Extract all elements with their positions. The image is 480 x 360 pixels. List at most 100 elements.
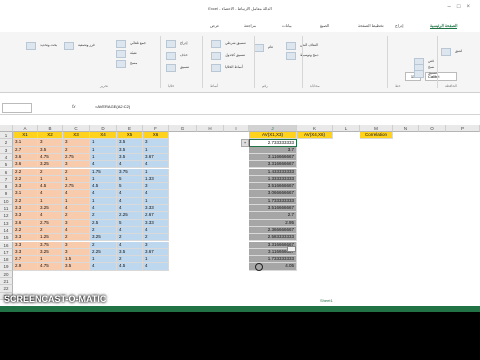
ribbon-command-9[interactable]: تنسيق كجدول [225,53,245,57]
avg-value-cell[interactable]: 2.7 [249,212,297,220]
column-header[interactable]: N [393,125,419,132]
avg-value-cell[interactable]: 2.366666667 [249,226,297,235]
table-cell[interactable]: 3 [38,139,63,147]
table-cell[interactable]: 1.5 [63,256,90,264]
table-cell[interactable]: 2.9 [13,263,38,271]
table-cell[interactable]: 3.1 [13,139,38,147]
row-header[interactable]: 2 [0,139,13,147]
avg-header-cell[interactable]: AV(X1,X3) [249,132,297,140]
fx-icon[interactable]: fx [72,104,76,109]
table-cell[interactable]: 3.25 [38,248,63,257]
table-cell[interactable]: 3.33 [143,219,169,227]
table-cell[interactable]: 2.25 [90,248,117,257]
column-header[interactable]: J [249,125,297,132]
ribbon-command-14[interactable]: جمع تلقائي [130,41,146,45]
table-cell[interactable]: 3.5 [117,248,143,257]
table-header-cell[interactable]: X6 [143,132,169,140]
table-cell[interactable]: 1 [143,146,169,154]
quick-analysis-icon[interactable]: + [241,139,249,147]
correlation-label-cell[interactable]: Correlation [360,132,393,140]
ribbon-command-15[interactable]: تعبئة [130,51,137,55]
table-cell[interactable]: 4 [90,205,117,213]
row-header[interactable]: 6 [0,168,13,176]
avg-value-cell[interactable]: 1.733333333 [249,256,297,264]
table-cell[interactable]: 2.7 [13,256,38,264]
table-cell[interactable]: 4.75 [38,153,63,162]
table-cell[interactable]: 4 [143,161,169,169]
table-cell[interactable]: 3.25 [38,161,63,169]
table-cell[interactable]: 3.1 [13,190,38,198]
table-cell[interactable]: 1 [90,197,117,205]
ribbon-command-17[interactable]: فرز وتصفية [78,43,95,47]
table-cell[interactable]: 4 [90,190,117,198]
minimize-icon[interactable]: – [448,4,457,10]
ribbon-command-1[interactable]: لصق [455,49,462,53]
tab-2[interactable]: إدراج [395,23,404,28]
close-icon[interactable]: × [466,4,476,10]
table-cell[interactable]: 2 [63,168,90,176]
table-cell[interactable]: 2.2 [13,175,38,184]
table-cell[interactable]: 1 [38,197,63,205]
row-header[interactable]: 19 [0,263,13,271]
column-header[interactable]: I [224,125,249,132]
row-header[interactable]: 4 [0,153,13,162]
table-cell[interactable]: 4.5 [38,183,63,191]
table-cell[interactable]: 4 [117,161,143,169]
table-cell[interactable]: 3.33 [143,205,169,213]
table-cell[interactable]: 3 [63,139,90,147]
table-cell[interactable]: 4 [63,205,90,213]
table-cell[interactable]: 2.2 [13,168,38,176]
table-cell[interactable]: 2.2 [13,197,38,205]
ribbon-icon-7[interactable] [254,44,264,52]
table-cell[interactable]: 4 [143,190,169,198]
column-header[interactable]: K [297,125,333,132]
table-header-cell[interactable]: X3 [63,132,90,140]
table-cell[interactable]: 2 [63,234,90,242]
avg-value-cell[interactable]: 3.7 [249,146,297,154]
table-cell[interactable]: 3.5 [117,139,143,147]
ribbon-icon-13[interactable] [166,64,176,72]
table-cell[interactable]: 1 [38,175,63,184]
table-cell[interactable]: 3.75 [38,241,63,249]
column-header[interactable]: F [143,125,169,132]
table-cell[interactable]: 2 [63,146,90,154]
column-header[interactable]: M [360,125,393,132]
table-cell[interactable]: 3.67 [143,153,169,162]
ribbon-icon-10[interactable] [211,64,221,72]
avg-value-cell[interactable]: 2.583333333 [249,234,297,242]
column-header[interactable]: E [117,125,143,132]
table-header-cell[interactable]: X2 [38,132,63,140]
row-header[interactable]: 15 [0,234,13,242]
row-header[interactable]: 8 [0,183,13,191]
avg-value-cell[interactable]: 2.95 [249,219,297,227]
avg-header-cell[interactable]: AV(X4,X6) [297,132,333,140]
row-header[interactable]: 11 [0,205,13,213]
table-cell[interactable]: 3.67 [143,248,169,257]
table-cell[interactable]: 3.5 [117,153,143,162]
table-cell[interactable]: 3 [63,161,90,169]
ribbon-icon-4[interactable] [414,70,424,78]
ribbon-icon-1[interactable] [441,48,451,56]
table-cell[interactable]: 3.6 [13,153,38,162]
table-cell[interactable]: 2.5 [90,219,117,227]
table-header-cell[interactable]: X4 [90,132,117,140]
table-cell[interactable]: 3.25 [90,234,117,242]
table-cell[interactable]: 1 [143,197,169,205]
table-cell[interactable]: 2 [143,234,169,242]
ribbon-command-16[interactable]: مسح [130,61,137,65]
avg-value-cell[interactable]: 1.733333333 [249,197,297,205]
table-cell[interactable]: 5 [117,175,143,184]
table-cell[interactable]: 1 [38,256,63,264]
table-cell[interactable]: 4 [90,161,117,169]
table-cell[interactable]: 4 [117,197,143,205]
table-cell[interactable]: 3 [143,139,169,147]
column-header[interactable]: L [333,125,360,132]
ribbon-icon-11[interactable] [166,40,176,48]
table-cell[interactable]: 3.3 [13,183,38,191]
table-cell[interactable]: 4 [117,205,143,213]
table-cell[interactable]: 1 [90,146,117,154]
table-cell[interactable]: 1.75 [90,168,117,176]
avg-value-cell[interactable]: 1.333333333 [249,175,297,184]
table-cell[interactable]: 2 [90,212,117,220]
column-header[interactable]: D [90,125,117,132]
